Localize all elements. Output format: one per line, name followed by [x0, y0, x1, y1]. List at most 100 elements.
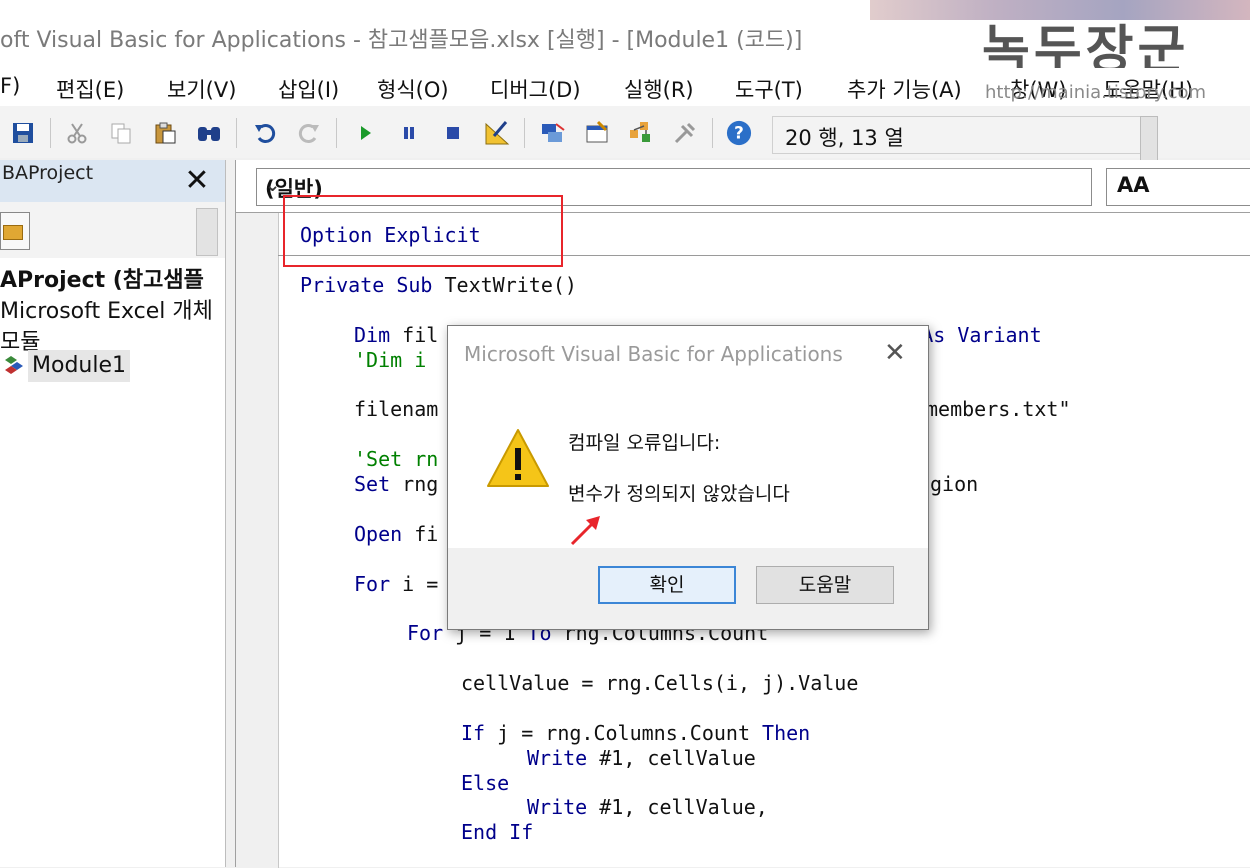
code-token: For [354, 572, 403, 596]
code-token: #1, cellValue, [599, 795, 768, 819]
highlight-box [283, 195, 563, 267]
menu-insert[interactable]: 삽입(I) [278, 74, 339, 104]
procedure-combo-value: AA [1117, 173, 1150, 197]
menu-bar: F) 편집(E) 보기(V) 삽입(I) 형식(O) 디버그(D) 실행(R) … [0, 68, 1250, 106]
redo-icon[interactable] [296, 120, 322, 146]
code-token: filenam [354, 397, 439, 421]
save-icon[interactable] [10, 120, 36, 146]
menu-tools[interactable]: 도구(T) [735, 74, 803, 104]
run-icon[interactable] [352, 120, 378, 146]
toolbar-separator [236, 118, 237, 148]
cut-icon[interactable] [64, 120, 90, 146]
annotation-arrow-icon [570, 516, 600, 546]
title-bar: oft Visual Basic for Applications - 참고샘플… [0, 0, 1250, 81]
menu-debug[interactable]: 디버그(D) [490, 74, 581, 104]
project-toolbar-scroll[interactable] [196, 208, 218, 256]
folder-icon [3, 225, 23, 240]
cursor-position: 20 행, 13 열 [785, 126, 904, 150]
object-browser-icon[interactable] [628, 120, 654, 146]
code-line[interactable]: Set rng [354, 472, 438, 496]
project-explorer-icon[interactable] [540, 120, 566, 146]
toolbar-separator [50, 118, 51, 148]
menu-run[interactable]: 실행(R) [624, 74, 694, 104]
code-line[interactable]: For i = [354, 572, 438, 596]
code-line[interactable]: Private Sub TextWrite() [300, 273, 577, 297]
code-token: rng [402, 472, 439, 496]
code-token: TextWrite() [444, 273, 577, 297]
code-token: If [461, 721, 498, 745]
code-line-fragment[interactable]: gion [930, 472, 978, 496]
code-token: End If [461, 820, 534, 844]
code-line[interactable]: Write #1, cellValue, [527, 795, 768, 819]
code-token: #1, cellValue [599, 746, 756, 770]
code-token: Write [527, 795, 600, 819]
reset-icon[interactable] [440, 120, 466, 146]
code-token: fil [402, 323, 439, 347]
code-token: 'Dim i [354, 348, 427, 372]
ok-button[interactable]: 확인 [598, 566, 736, 604]
help-button[interactable]: 도움말 [756, 566, 894, 604]
menu-file[interactable]: F) [0, 74, 20, 98]
code-line[interactable]: Else [461, 771, 509, 795]
code-line[interactable]: Open fi [354, 522, 438, 546]
code-token: fi [414, 522, 439, 546]
compile-error-dialog: Microsoft Visual Basic for Applications … [447, 325, 929, 630]
menu-view[interactable]: 보기(V) [167, 74, 236, 104]
code-line[interactable]: Write #1, cellValue [527, 746, 756, 770]
design-mode-icon[interactable] [484, 120, 510, 146]
undo-icon[interactable] [252, 120, 278, 146]
code-token: Open [354, 522, 415, 546]
help-icon[interactable]: ? [726, 120, 752, 146]
close-icon[interactable]: ✕ [180, 164, 214, 198]
tree-project-node[interactable]: AProject (참고샘플 [0, 262, 204, 294]
code-token: members.txt" [926, 397, 1071, 421]
dialog-footer: 확인 도움말 [448, 548, 928, 629]
code-margin [236, 213, 279, 868]
code-line[interactable]: 'Dim i [354, 348, 426, 372]
project-explorer-header: BAProject ✕ [0, 160, 225, 202]
project-explorer: BAProject ✕ AProject (참고샘플 Microsoft Exc… [0, 160, 226, 867]
code-token: Then [762, 721, 811, 745]
paste-icon[interactable] [152, 120, 178, 146]
code-line[interactable]: If j = rng.Columns.Count Then [461, 721, 810, 745]
toggle-folders-button[interactable] [0, 212, 30, 250]
toolbar-separator [524, 118, 525, 148]
code-line[interactable]: filenam [354, 397, 438, 421]
pause-icon[interactable] [396, 120, 422, 146]
code-line[interactable]: 'Set rn [354, 447, 438, 471]
project-explorer-toolbar [0, 202, 225, 258]
menu-addins[interactable]: 추가 기능(A) [847, 74, 962, 104]
code-token: Dim [354, 323, 403, 347]
chevron-down-icon[interactable]: ⌄ [265, 175, 1081, 196]
procedure-combo[interactable]: AA [1106, 168, 1250, 206]
copy-icon[interactable] [108, 120, 134, 146]
code-line[interactable]: End If [461, 820, 533, 844]
toolbar-overflow-grip[interactable] [1140, 116, 1158, 164]
code-line[interactable]: cellValue = rng.Cells(i, j).Value [461, 671, 858, 695]
toolbar-separator [336, 118, 337, 148]
code-token: As Variant [921, 323, 1042, 347]
code-token: cellValue = rng.Cells(i, j).Value [461, 671, 859, 695]
tree-module1[interactable]: Module1 [28, 350, 130, 382]
close-icon[interactable]: ✕ [884, 338, 906, 368]
watermark-url: http://mainia.tistory.com [985, 82, 1207, 103]
code-token: Set [354, 472, 403, 496]
find-icon[interactable] [196, 120, 222, 146]
code-line[interactable]: Dim fil [354, 323, 438, 347]
menu-format[interactable]: 형식(O) [377, 74, 449, 104]
toolbar-separator [712, 118, 713, 148]
tree-excel-objects-folder[interactable]: Microsoft Excel 개체 [0, 293, 213, 325]
project-explorer-title: BAProject [2, 162, 94, 184]
properties-icon[interactable] [584, 120, 610, 146]
warning-icon [487, 429, 549, 487]
module-icon [5, 356, 23, 374]
code-token: Private Sub [300, 273, 445, 297]
svg-text:?: ? [734, 123, 744, 143]
code-token: j = rng.Columns.Count [497, 721, 763, 745]
toolbox-icon[interactable] [672, 120, 698, 146]
dialog-message-detail: 변수가 정의되지 않았습니다 [568, 483, 790, 505]
code-line-fragment[interactable]: members.txt" [926, 397, 1071, 421]
menu-edit[interactable]: 편집(E) [56, 74, 124, 104]
dialog-message-heading: 컴파일 오류입니다: [568, 432, 721, 454]
window-title: oft Visual Basic for Applications - 참고샘플… [0, 28, 803, 53]
